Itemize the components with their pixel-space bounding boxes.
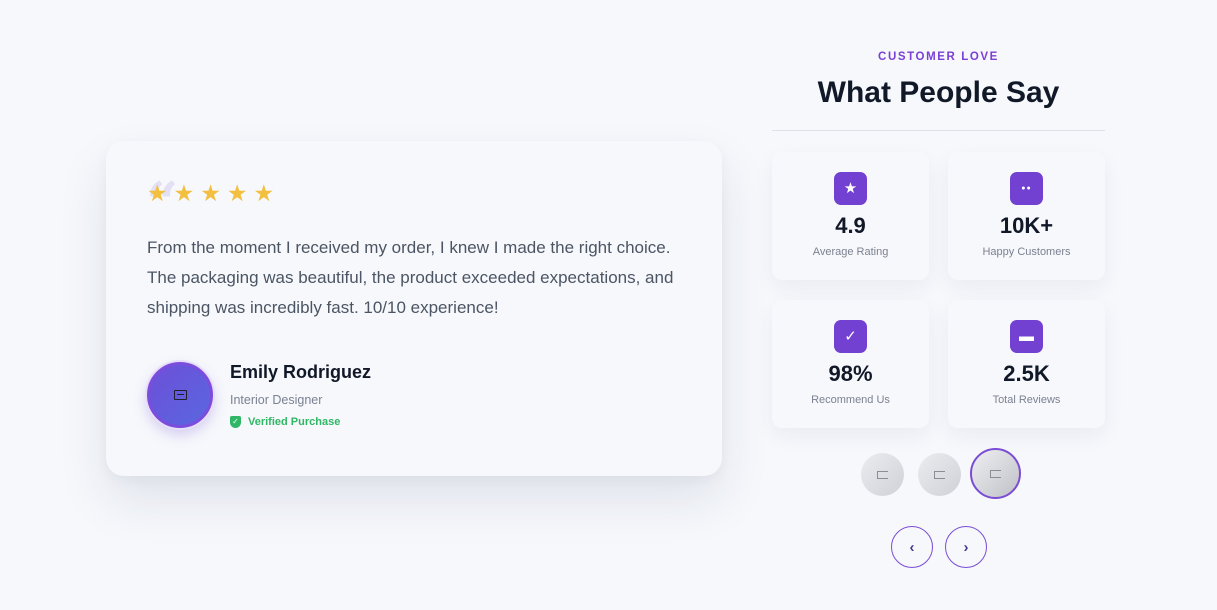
testimonial-thumb-active[interactable] — [970, 448, 1021, 499]
stat-card-total-reviews: ▬ 2.5K Total Reviews — [948, 300, 1105, 428]
star-icon: ★ — [226, 180, 248, 206]
stat-card-average-rating: ★ 4.9 Average Rating — [772, 152, 929, 280]
verified-badge: ✓ Verified Purchase — [230, 416, 371, 428]
author-block: Emily Rodriguez Interior Designer ✓ Veri… — [147, 361, 371, 428]
testimonial-thumb-2[interactable] — [918, 453, 961, 496]
verified-label: Verified Purchase — [248, 416, 341, 428]
star-icon: ★ — [173, 180, 195, 206]
stat-value: 2.5K — [1003, 361, 1050, 386]
stat-label: Total Reviews — [992, 394, 1061, 406]
stat-card-recommend-us: ✓ 98% Recommend Us — [772, 300, 929, 428]
testimonial-card: “ ★ ★ ★ ★ ★ From the moment I received m… — [106, 141, 722, 476]
star-icon: ★ — [200, 180, 221, 206]
image-placeholder-icon — [990, 469, 1001, 478]
chat-bubble-icon: ▬ — [1010, 320, 1043, 353]
check-icon: ✓ — [834, 320, 867, 353]
shield-check-icon: ✓ — [230, 416, 241, 428]
stat-card-happy-customers: ●● 10K+ Happy Customers — [948, 152, 1105, 280]
users-icon: ●● — [1010, 172, 1043, 205]
author-info: Emily Rodriguez Interior Designer ✓ Veri… — [230, 361, 371, 428]
star-icon: ★ — [834, 172, 867, 205]
image-placeholder-icon — [934, 470, 945, 479]
stat-label: Average Rating — [812, 246, 889, 258]
prev-button[interactable]: ‹ — [891, 526, 933, 568]
stat-value: 10K+ — [999, 213, 1054, 238]
testimonial-text: From the moment I received my order, I k… — [147, 238, 674, 317]
stat-label: Recommend Us — [811, 394, 890, 406]
star-icon: ★ — [253, 180, 275, 206]
section-title: What People Say — [817, 76, 1060, 109]
star-icon: ★ — [147, 180, 168, 206]
author-role: Interior Designer — [230, 393, 323, 407]
section-eyebrow: CUSTOMER LOVE — [878, 51, 999, 63]
testimonial-thumb-1[interactable] — [861, 453, 904, 496]
stat-value: 98% — [828, 361, 873, 386]
testimonials-section: “ ★ ★ ★ ★ ★ From the moment I received m… — [0, 0, 1217, 610]
image-placeholder-icon — [173, 389, 187, 400]
author-name: Emily Rodriguez — [230, 362, 372, 382]
avatar — [147, 361, 213, 428]
stat-value: 4.9 — [835, 213, 866, 238]
divider — [772, 130, 1105, 131]
next-button[interactable]: › — [945, 526, 987, 568]
stat-label: Happy Customers — [982, 246, 1071, 258]
image-placeholder-icon — [877, 470, 888, 479]
star-rating: ★ ★ ★ ★ ★ — [147, 181, 274, 205]
